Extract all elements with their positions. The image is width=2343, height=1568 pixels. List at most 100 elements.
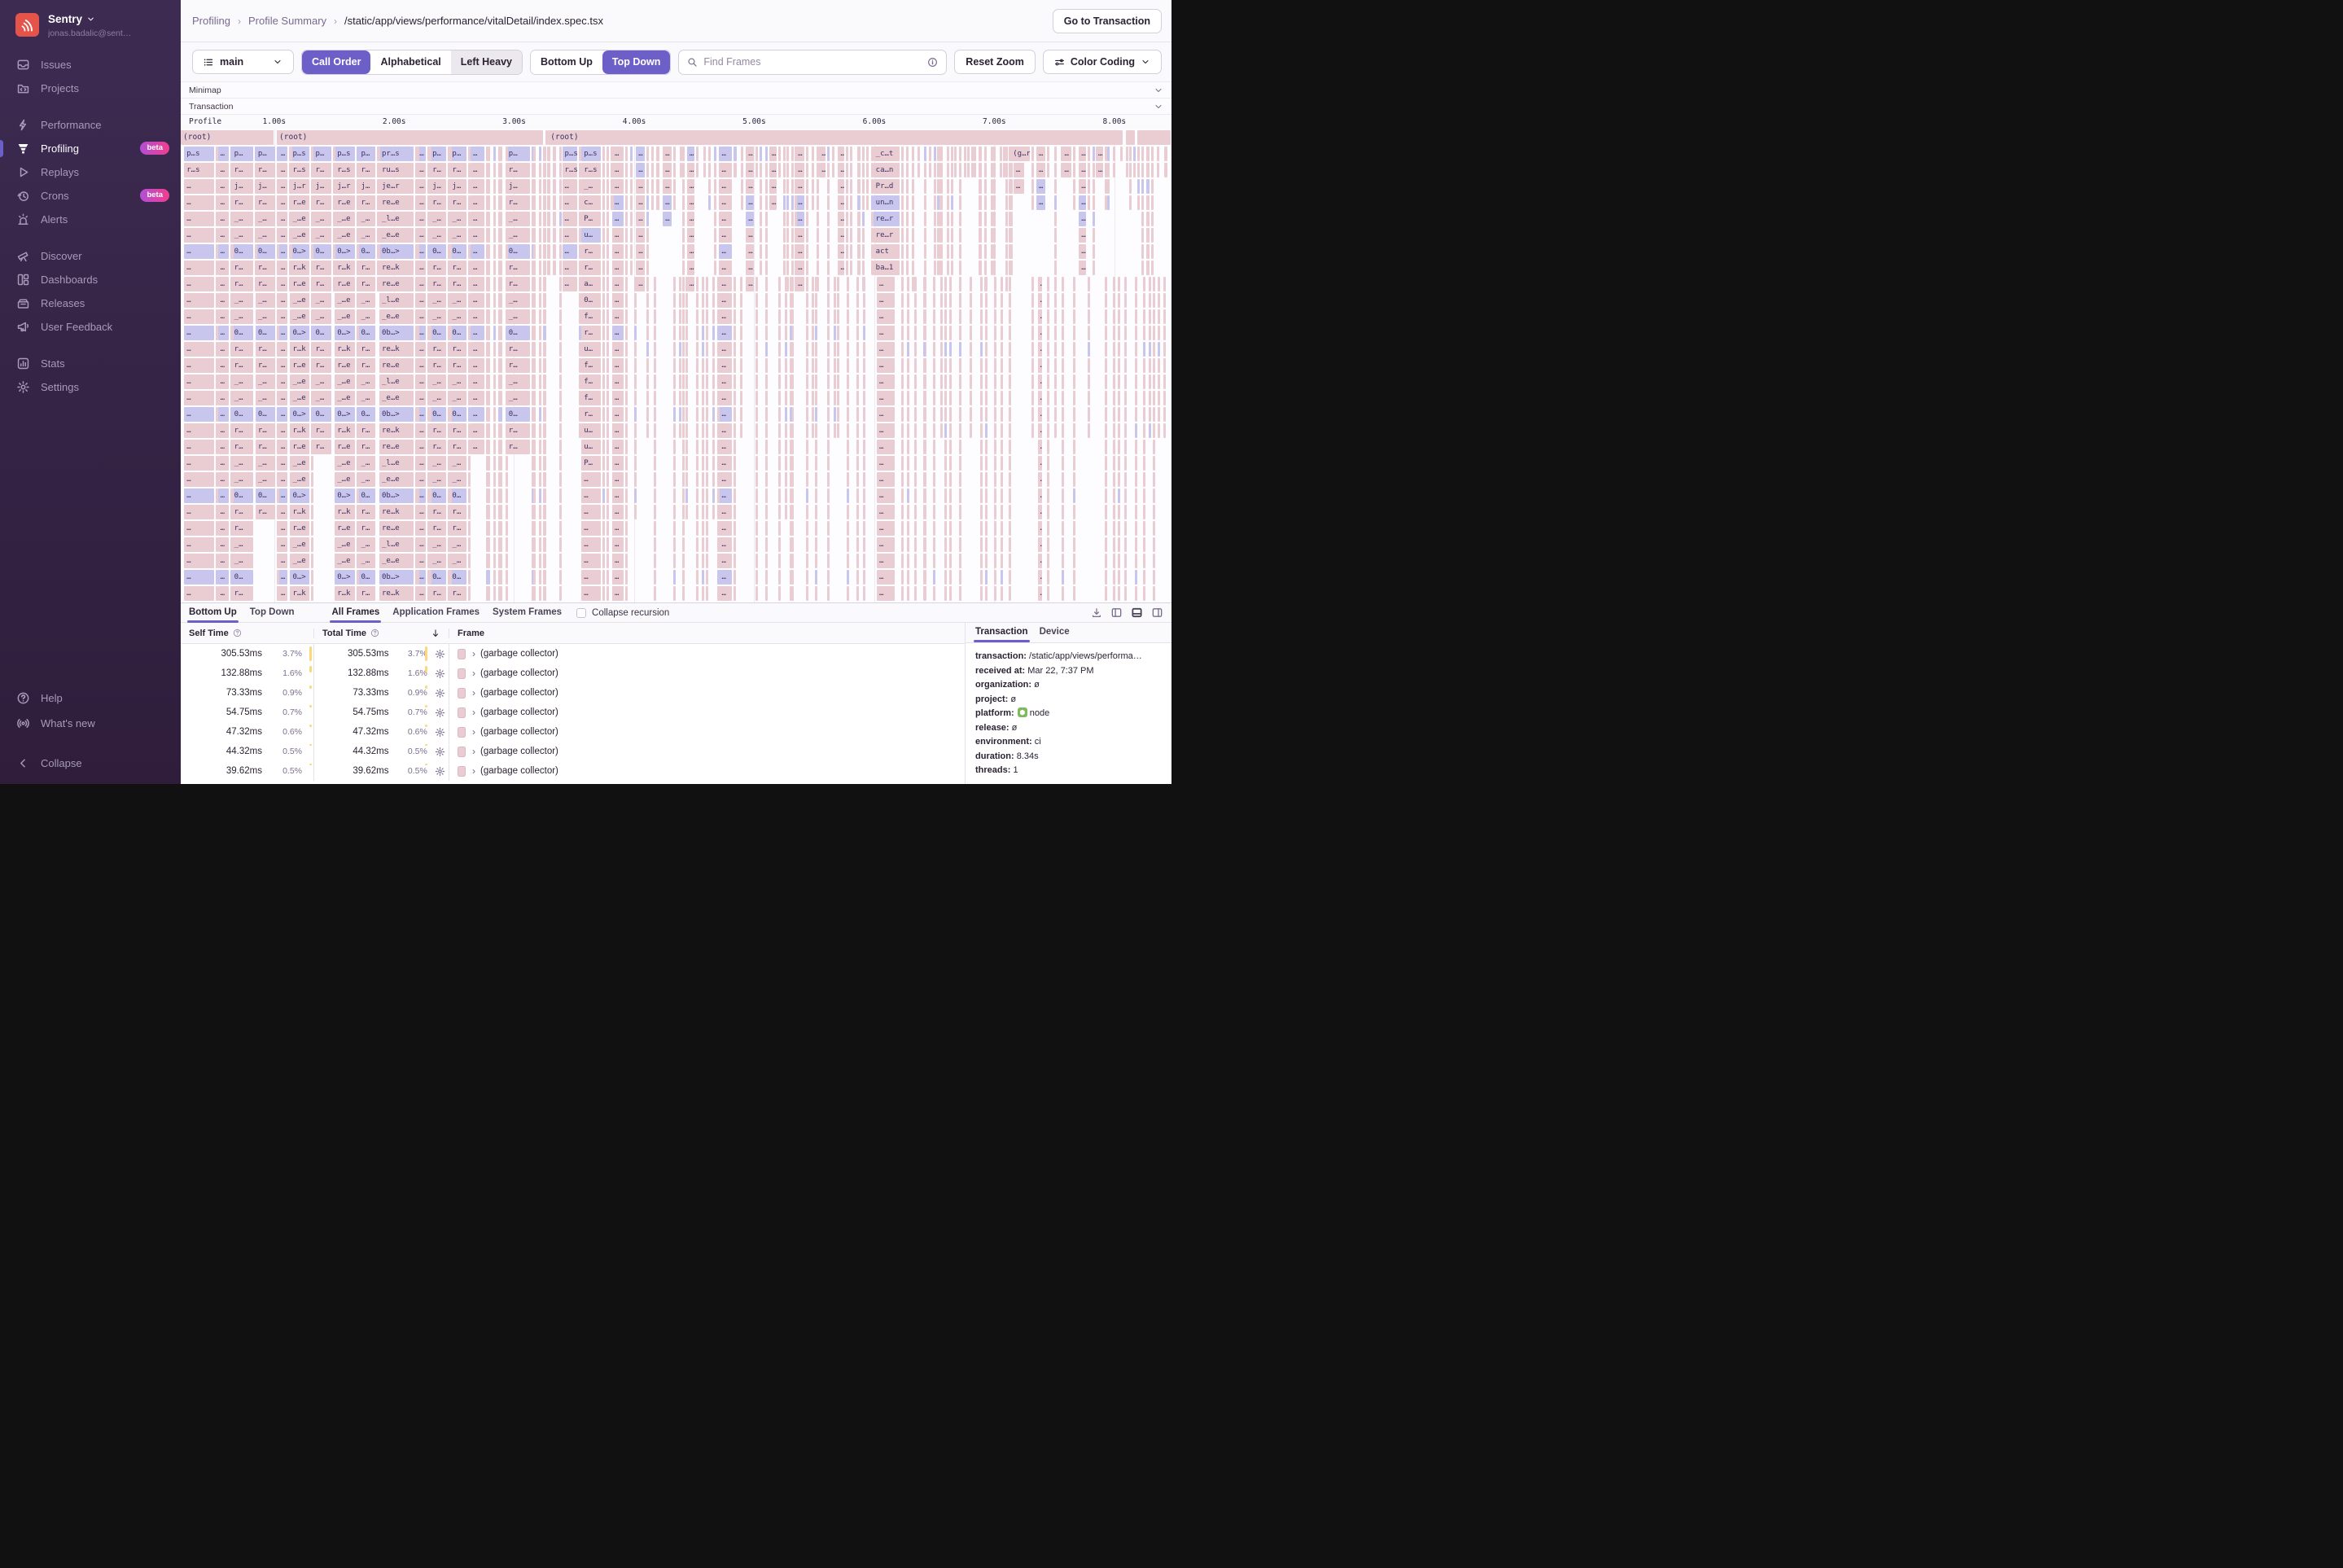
flame-frame[interactable]	[1031, 147, 1035, 161]
flame-frame[interactable]	[255, 179, 258, 194]
flame-frame[interactable]	[923, 326, 926, 340]
flame-frame[interactable]	[907, 326, 910, 340]
flame-frame[interactable]	[979, 586, 983, 601]
flame-frame[interactable]	[847, 521, 850, 536]
flame-frame[interactable]	[498, 195, 503, 210]
flame-frame[interactable]	[602, 570, 605, 585]
flame-frame[interactable]: …	[278, 293, 288, 308]
flame-frame[interactable]	[863, 537, 866, 552]
flame-frame[interactable]: …	[719, 342, 733, 357]
flame-frame[interactable]	[602, 358, 605, 373]
flame-frame[interactable]: …	[876, 521, 896, 536]
flame-frame[interactable]: re…e	[379, 358, 414, 373]
flame-frame[interactable]	[1008, 358, 1011, 373]
flame-frame[interactable]	[714, 195, 716, 210]
flame-frame[interactable]	[939, 147, 943, 161]
flame-frame[interactable]	[900, 554, 904, 568]
flame-frame[interactable]	[969, 391, 972, 405]
flame-frame[interactable]: …	[636, 261, 646, 275]
flame-frame[interactable]	[1087, 391, 1090, 405]
flame-frame[interactable]	[1104, 163, 1107, 177]
flame-frame[interactable]: r…	[358, 505, 376, 519]
flame-frame[interactable]: 0b…>	[379, 488, 414, 503]
flame-frame[interactable]: …	[795, 261, 804, 275]
flame-frame[interactable]: r…	[231, 521, 254, 536]
flame-frame[interactable]	[656, 147, 659, 161]
flame-frame[interactable]: …	[217, 391, 230, 405]
flame-frame[interactable]	[1152, 391, 1155, 405]
flame-frame[interactable]: …	[719, 309, 733, 324]
flame-frame[interactable]	[845, 228, 848, 243]
flame-frame[interactable]	[607, 440, 610, 454]
flame-frame[interactable]	[716, 586, 720, 601]
flame-frame[interactable]	[958, 212, 961, 226]
flame-frame[interactable]	[949, 423, 953, 438]
flame-frame[interactable]	[932, 554, 935, 568]
flame-frame[interactable]	[633, 293, 637, 308]
flame-frame[interactable]: …	[636, 228, 646, 243]
flame-frame[interactable]: 0…>	[290, 407, 309, 422]
flame-frame[interactable]: …	[686, 228, 695, 243]
flame-frame[interactable]	[1151, 261, 1154, 275]
flame-frame[interactable]: r…	[449, 342, 467, 357]
flame-frame[interactable]	[716, 326, 720, 340]
flame-frame[interactable]	[856, 309, 859, 324]
flame-frame[interactable]: …	[278, 374, 288, 389]
flame-frame[interactable]	[1001, 391, 1004, 405]
flame-root-frame[interactable]: (root)	[277, 130, 544, 145]
flame-frame[interactable]	[856, 195, 861, 210]
flame-frame[interactable]	[914, 488, 917, 503]
flame-frame[interactable]	[863, 342, 866, 357]
flame-frame[interactable]	[856, 147, 861, 161]
flame-frame[interactable]	[845, 179, 848, 194]
flame-frame[interactable]: …	[612, 488, 624, 503]
flame-frame[interactable]: …	[217, 309, 230, 324]
flame-frame[interactable]	[538, 586, 541, 601]
flame-frame[interactable]	[826, 326, 830, 340]
flame-frame[interactable]: …	[184, 374, 214, 389]
flame-frame[interactable]	[1061, 570, 1064, 585]
flame-frame[interactable]	[1117, 505, 1120, 519]
flame-frame[interactable]	[415, 293, 419, 308]
flame-frame[interactable]	[624, 277, 628, 291]
flame-frame[interactable]	[1087, 407, 1090, 422]
flame-frame[interactable]	[356, 407, 359, 422]
flame-frame[interactable]: …	[719, 244, 733, 259]
flame-frame[interactable]	[1158, 277, 1161, 291]
flame-frame[interactable]	[923, 277, 926, 291]
flame-frame[interactable]	[356, 374, 359, 389]
flame-frame[interactable]	[1001, 293, 1004, 308]
flame-frame[interactable]: …	[581, 554, 601, 568]
flame-frame[interactable]	[979, 244, 982, 259]
flame-frame[interactable]	[486, 195, 491, 210]
flame-frame[interactable]	[814, 505, 817, 519]
flame-frame[interactable]: …	[686, 277, 695, 291]
flame-frame[interactable]	[1117, 570, 1120, 585]
flame-frame[interactable]: …	[838, 261, 844, 275]
flame-frame[interactable]	[777, 505, 781, 519]
flame-frame[interactable]	[805, 472, 808, 487]
flame-frame[interactable]	[230, 440, 234, 454]
flame-frame[interactable]: …	[612, 407, 624, 422]
flame-frame[interactable]	[1087, 147, 1090, 161]
flame-frame[interactable]	[543, 472, 547, 487]
flame-frame[interactable]	[427, 488, 432, 503]
flame-frame[interactable]	[911, 261, 914, 275]
flame-frame[interactable]	[493, 423, 497, 438]
flame-frame[interactable]	[923, 309, 926, 324]
flame-frame[interactable]	[814, 293, 817, 308]
flame-frame[interactable]: _…	[358, 554, 376, 568]
flame-frame[interactable]	[679, 423, 682, 438]
flame-frame[interactable]: …	[746, 277, 754, 291]
flame-frame[interactable]	[708, 195, 712, 210]
flame-frame[interactable]	[230, 586, 234, 601]
flame-frame[interactable]: re…k	[379, 505, 414, 519]
flame-frame[interactable]	[1117, 358, 1120, 373]
flame-frame[interactable]	[672, 456, 676, 471]
flame-frame[interactable]	[847, 423, 850, 438]
flame-frame[interactable]	[837, 293, 840, 308]
flame-frame[interactable]	[777, 554, 781, 568]
flame-frame[interactable]	[230, 179, 234, 194]
flame-frame[interactable]	[984, 440, 988, 454]
flame-frame[interactable]: (g…r)	[1010, 147, 1030, 161]
